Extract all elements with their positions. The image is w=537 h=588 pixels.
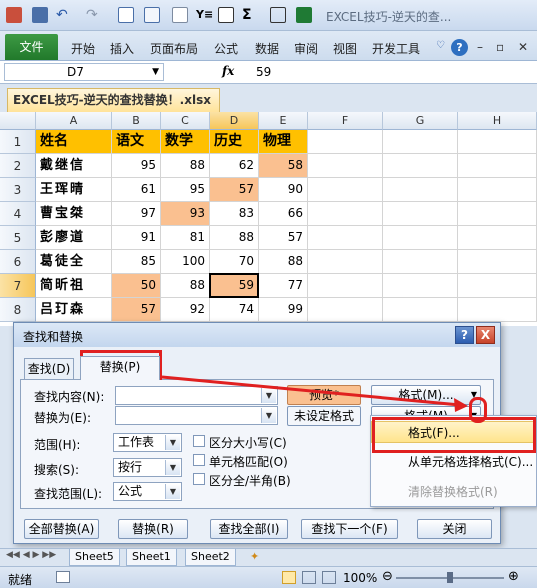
new-sheet-icon[interactable]: ✦ xyxy=(250,550,259,563)
sheet-nav-icon[interactable]: ◀◀ ◀ ▶ ▶▶ xyxy=(6,550,56,560)
sheet-tab-2[interactable]: Sheet2 xyxy=(185,549,236,566)
macro-record-icon[interactable] xyxy=(56,571,70,583)
sheet-tab-1[interactable]: Sheet1 xyxy=(126,549,177,566)
annotation-arrow xyxy=(161,375,468,412)
zoom-in-icon[interactable]: ⊕ xyxy=(508,569,519,584)
page-layout-view-icon[interactable] xyxy=(302,571,316,584)
page-break-view-icon[interactable] xyxy=(322,571,336,584)
tab-replace[interactable]: 替换(P) xyxy=(80,356,160,380)
zoom-out-icon[interactable]: ⊖ xyxy=(382,569,393,584)
zoom-slider-thumb[interactable] xyxy=(447,572,453,583)
sheet-tab-bar: ◀◀ ◀ ▶ ▶▶ Sheet5 Sheet1 Sheet2 ✦ xyxy=(0,548,537,566)
normal-view-icon[interactable] xyxy=(282,571,296,584)
zoom-level[interactable]: 100% xyxy=(343,571,377,585)
sheet-tab-5[interactable]: Sheet5 xyxy=(69,549,120,566)
status-ready: 就绪 xyxy=(8,573,33,587)
status-bar: 就绪 100% ⊖ ⊕ xyxy=(0,566,537,588)
